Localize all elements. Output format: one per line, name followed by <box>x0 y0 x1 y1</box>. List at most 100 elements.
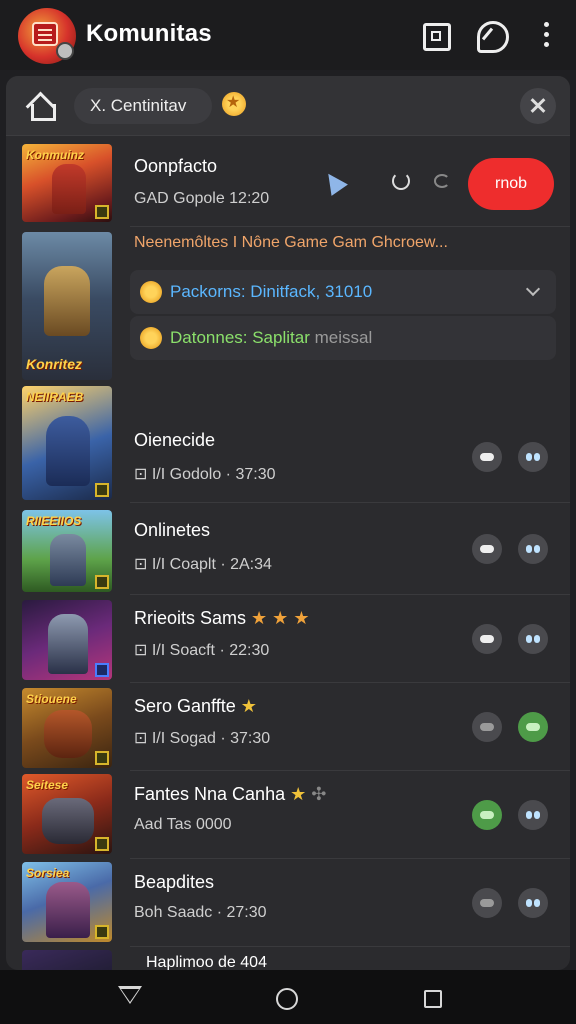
divider <box>130 502 570 503</box>
action-button[interactable] <box>472 624 502 654</box>
game-row[interactable]: Rrieoits Sams ★ ★ ★ ⊡ I/I Soacft · 22:30 <box>6 596 570 682</box>
action-button[interactable] <box>472 712 502 742</box>
divider <box>130 770 570 771</box>
controller-icon <box>526 453 540 461</box>
game-title-text: Fantes Nna Canha <box>134 784 286 804</box>
game-thumbnail[interactable]: NEIIRAEB <box>22 386 112 500</box>
top-app-bar: Komunitas <box>0 0 576 70</box>
game-subtitle: ⊡ I/I Sogad · 37:30 <box>134 728 270 748</box>
controller-button[interactable] <box>518 800 548 830</box>
badge-icon <box>95 483 109 497</box>
game-subtitle: Boh Saadc · 27:30 <box>134 904 267 922</box>
refresh-icon[interactable] <box>392 172 410 190</box>
game-title: Oienecide <box>134 430 216 450</box>
note-item-1[interactable]: Packorns: Dinitfack, 31010 <box>130 270 556 314</box>
thumb-label: RIIEEIIOS <box>26 514 82 528</box>
featured-row[interactable]: Konmuinz Oonpfacto GAD Gopole 12:20 rnob <box>6 76 570 226</box>
game-thumbnail[interactable]: Sorsiea <box>22 862 112 942</box>
controller-button[interactable] <box>518 624 548 654</box>
more-options-icon[interactable] <box>530 18 564 52</box>
chevron-down-icon[interactable] <box>525 281 541 297</box>
controller-button[interactable] <box>518 712 548 742</box>
controller-icon <box>526 811 540 819</box>
game-thumbnail[interactable]: Stiouene <box>22 688 112 768</box>
cursor-icon <box>320 168 348 196</box>
game-icon <box>480 635 494 643</box>
game-subtitle: ⊡ I/I Coaplt · 2A:34 <box>134 554 272 574</box>
game-subtitle-text: Aad Tas 0000 <box>134 816 232 833</box>
note-2-tail: meissal <box>314 328 373 347</box>
newspaper-icon <box>32 22 58 46</box>
game-subtitle: ⊡ I/I Godolo · 37:30 <box>134 464 276 484</box>
doc-icon: ⊡ I/I <box>134 730 166 747</box>
divider <box>130 594 570 595</box>
app-logo[interactable] <box>18 8 76 64</box>
thumb-label: Stiouene <box>26 692 77 706</box>
star-icon: ★ <box>240 696 257 716</box>
partial-row-title: Haplimoo de 404 <box>146 954 267 970</box>
action-button[interactable] <box>472 800 502 830</box>
game-title-text: Sero Ganffte <box>134 696 236 716</box>
game-row[interactable]: NEIIRAEB Oienecide ⊡ I/I Godolo · 37:30 <box>6 384 570 502</box>
featured-title: Oonpfacto <box>134 156 218 176</box>
game-row[interactable]: Seitese Fantes Nna Canha ★ ✣ Aad Tas 000… <box>6 772 570 858</box>
game-icon <box>480 723 494 731</box>
divider <box>130 946 570 947</box>
news-row[interactable]: Konritez Neenemôltes I Nône Game Gam Ghc… <box>6 226 570 380</box>
game-row[interactable]: Stiouene Sero Ganffte ★ ⊡ I/I Sogad · 37… <box>6 684 570 770</box>
news-thumbnail[interactable]: Konritez <box>22 232 112 380</box>
game-thumbnail[interactable]: Seitese <box>22 774 112 854</box>
controller-button[interactable] <box>518 534 548 564</box>
doc-icon: ⊡ I/I <box>134 556 166 573</box>
game-icon <box>480 545 494 553</box>
controller-icon <box>526 899 540 907</box>
game-thumbnail[interactable] <box>22 950 112 970</box>
controller-icon <box>526 723 540 731</box>
game-title: Onlinetes <box>134 520 211 540</box>
game-thumbnail[interactable] <box>22 600 112 680</box>
action-button[interactable] <box>472 888 502 918</box>
puzzle-icon: ✣ <box>311 784 327 804</box>
back-icon[interactable] <box>118 986 142 1004</box>
divider <box>130 858 570 859</box>
thumb-label: Seitese <box>26 778 69 792</box>
featured-action-button[interactable]: rnob <box>468 158 554 210</box>
doc-icon: ⊡ I/I <box>134 466 166 483</box>
game-subtitle-text: Coaplt · 2A:34 <box>169 556 272 573</box>
game-title: Fantes Nna Canha ★ ✣ <box>134 784 326 805</box>
thumb-label: Sorsiea <box>26 866 70 880</box>
thumb-label: NEIIRAEB <box>26 390 84 404</box>
note-1-text: Packorns: Dinitfack, 31010 <box>170 282 373 301</box>
home-circle-icon[interactable] <box>276 988 298 1010</box>
note-2-label: Datonnes: Saplitar <box>170 328 310 347</box>
game-title-text: Rrieoits Sams <box>134 608 247 628</box>
game-thumbnail[interactable]: RIIEEIIOS <box>22 510 112 592</box>
badge-icon <box>95 205 109 219</box>
chat-icon[interactable] <box>474 18 509 53</box>
loop-icon[interactable] <box>434 174 450 188</box>
badge-icon <box>95 575 109 589</box>
star-icon: ★ <box>290 784 307 804</box>
game-title: Sero Ganffte ★ <box>134 696 257 717</box>
controller-button[interactable] <box>518 442 548 472</box>
badge-icon <box>95 663 109 677</box>
action-button[interactable] <box>472 534 502 564</box>
game-subtitle: ⊡ I/I Soacft · 22:30 <box>134 640 269 660</box>
partial-row[interactable]: Haplimoo de 404 <box>6 948 570 970</box>
game-row[interactable]: RIIEEIIOS Onlinetes ⊡ I/I Coaplt · 2A:34 <box>6 506 570 594</box>
game-subtitle-text: Boh Saadc · 27:30 <box>134 904 267 921</box>
note-item-2[interactable]: Datonnes: Saplitar meissal <box>130 316 556 360</box>
game-icon <box>480 453 494 461</box>
game-subtitle: Aad Tas 0000 <box>134 816 232 834</box>
featured-thumbnail[interactable]: Konmuinz <box>22 144 112 222</box>
controller-button[interactable] <box>518 888 548 918</box>
game-subtitle-text: Godolo · 37:30 <box>169 466 276 483</box>
recent-apps-icon[interactable] <box>424 990 442 1008</box>
doc-icon: ⊡ I/I <box>134 642 166 659</box>
badge-icon <box>95 925 109 939</box>
screen-capture-icon[interactable] <box>418 18 452 52</box>
coin-icon <box>140 327 162 349</box>
logo-badge-icon <box>56 42 74 60</box>
action-button[interactable] <box>472 442 502 472</box>
game-row[interactable]: Sorsiea Beapdites Boh Saadc · 27:30 <box>6 860 570 946</box>
